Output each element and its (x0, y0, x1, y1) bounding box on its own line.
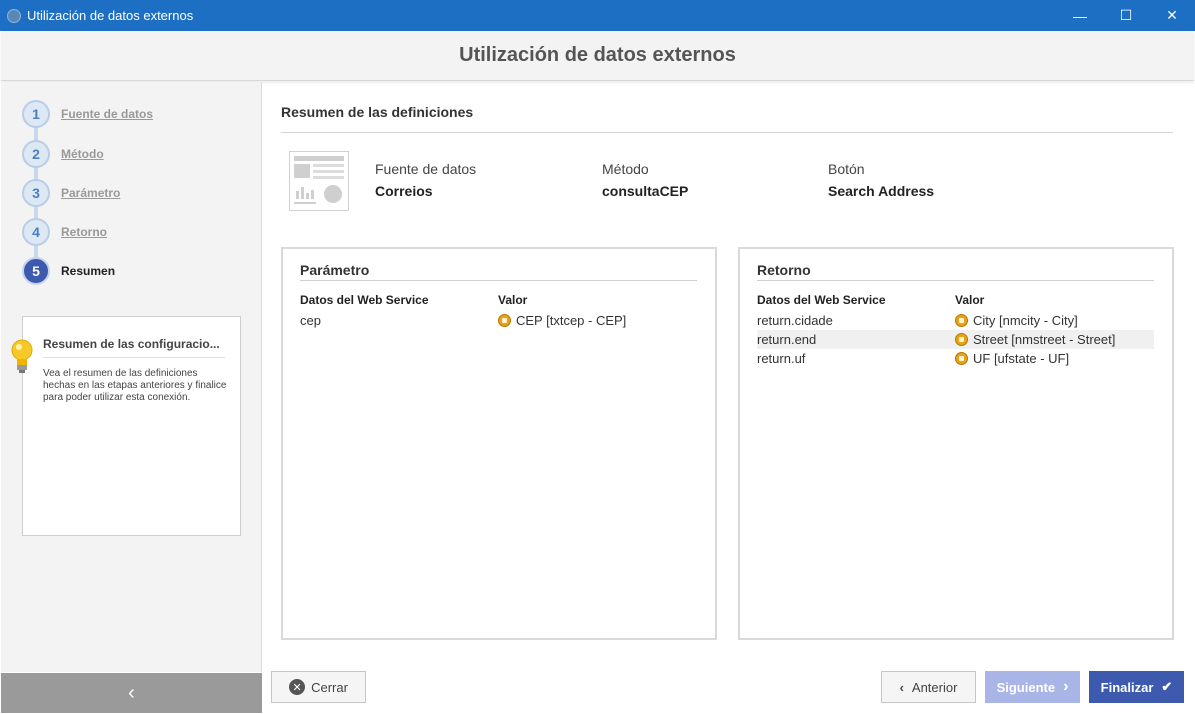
chevron-right-icon: › (1063, 678, 1069, 695)
help-text: Vea el resumen de las definiciones hecha… (43, 368, 227, 403)
step-number: 5 (22, 257, 50, 285)
step-number: 3 (22, 179, 50, 207)
field-value: City [nmcity - City] (973, 313, 1078, 328)
info-value: Search Address (828, 183, 935, 199)
info-value: consultaCEP (602, 183, 689, 199)
step-label: Resumen (61, 264, 116, 278)
info-boton: Botón Search Address (828, 161, 934, 199)
table-row[interactable]: return.cidade City [nmcity - City] (757, 311, 1154, 330)
form-field-icon (498, 314, 511, 327)
next-button[interactable]: Siguiente › (985, 671, 1080, 703)
finish-button[interactable]: Finalizar ✔ (1089, 671, 1184, 703)
ws-field: return.end (757, 332, 817, 347)
field-value: UF [ufstate - UF] (973, 351, 1070, 366)
wizard-header: Utilización de datos externos (1, 31, 1194, 81)
close-icon: ✕ (289, 679, 306, 695)
help-box: Resumen de las configuracio... Vea el re… (22, 316, 241, 536)
divider (281, 132, 1173, 133)
step-number: 4 (22, 218, 50, 246)
app-icon (7, 8, 21, 23)
ws-field: cep (300, 313, 321, 328)
maximize-button[interactable]: ☐ (1103, 0, 1149, 31)
main-content: Resumen de las definiciones Fuente de da… (263, 82, 1194, 672)
info-value: Correios (375, 183, 433, 199)
step-retorno[interactable]: 4 Retorno (22, 218, 107, 246)
info-label: Método (602, 161, 649, 177)
retorno-panel: Retorno Datos del Web Service Valor retu… (738, 247, 1174, 640)
table-row[interactable]: return.end Street [nmstreet - Street] (757, 330, 1154, 349)
table-row[interactable]: cep CEP [txtcep - CEP] (300, 311, 697, 330)
lightbulb-icon (11, 339, 33, 373)
window-title: Utilización de datos externos (27, 8, 194, 23)
page-title: Utilización de datos externos (459, 44, 736, 66)
document-icon (289, 151, 349, 211)
table-body: return.cidade City [nmcity - City] retur… (757, 311, 1154, 368)
finish-button-label: Finalizar (1100, 679, 1154, 695)
title-bar: Utilización de datos externos — ☐ ✕ (0, 0, 1195, 31)
table-row[interactable]: return.uf UF [ufstate - UF] (757, 349, 1154, 368)
collapse-sidebar-button[interactable]: ‹ (1, 673, 262, 713)
ws-field: return.cidade (757, 313, 833, 328)
info-label: Fuente de datos (375, 161, 477, 177)
column-header: Datos del Web Service (300, 293, 429, 307)
close-window-button[interactable]: ✕ (1149, 0, 1195, 31)
ws-field: return.uf (757, 351, 806, 366)
table-header: Datos del Web Service Valor (300, 293, 697, 307)
info-metodo: Método consultaCEP (602, 161, 688, 199)
step-label[interactable]: Parámetro (61, 186, 120, 200)
divider (300, 280, 697, 281)
previous-button-label: Anterior (911, 679, 958, 695)
checkmark-icon: ✔ (1161, 679, 1173, 694)
info-label: Botón (828, 161, 865, 177)
step-label[interactable]: Método (61, 147, 104, 161)
step-parametro[interactable]: 3 Parámetro (22, 179, 120, 207)
step-label[interactable]: Fuente de datos (61, 107, 153, 121)
column-header: Datos del Web Service (757, 293, 886, 307)
parametro-panel: Parámetro Datos del Web Service Valor ce… (281, 247, 717, 640)
form-field-icon (955, 333, 968, 346)
previous-button[interactable]: ‹ Anterior (881, 671, 976, 703)
summary-title: Resumen de las definiciones (281, 104, 474, 120)
divider (757, 280, 1154, 281)
form-field-icon (955, 314, 968, 327)
step-label[interactable]: Retorno (61, 225, 107, 239)
field-value: Street [nmstreet - Street] (973, 332, 1116, 347)
panel-title: Retorno (757, 262, 811, 278)
column-header: Valor (498, 293, 528, 307)
step-resumen: 5 Resumen (22, 257, 115, 285)
step-metodo[interactable]: 2 Método (22, 140, 104, 168)
chevron-left-icon: ‹ (899, 679, 904, 695)
step-fuente-de-datos[interactable]: 1 Fuente de datos (22, 100, 153, 128)
column-header: Valor (955, 293, 985, 307)
help-title: Resumen de las configuracio... (43, 337, 225, 358)
panel-title: Parámetro (300, 262, 370, 278)
close-button-label: Cerrar (311, 679, 348, 695)
close-button[interactable]: ✕ Cerrar (271, 671, 366, 703)
steps-sidebar: 1 Fuente de datos 2 Método 3 Parámetro 4… (1, 82, 262, 672)
info-fuente: Fuente de datos Correios (375, 161, 476, 199)
field-value: CEP [txtcep - CEP] (516, 313, 627, 328)
next-button-label: Siguiente (996, 679, 1056, 695)
form-field-icon (955, 352, 968, 365)
minimize-button[interactable]: — (1057, 0, 1103, 31)
table-header: Datos del Web Service Valor (757, 293, 1154, 307)
step-number: 1 (22, 100, 50, 128)
step-number: 2 (22, 140, 50, 168)
table-body: cep CEP [txtcep - CEP] (300, 311, 697, 330)
chevron-left-icon: ‹ (128, 681, 135, 704)
